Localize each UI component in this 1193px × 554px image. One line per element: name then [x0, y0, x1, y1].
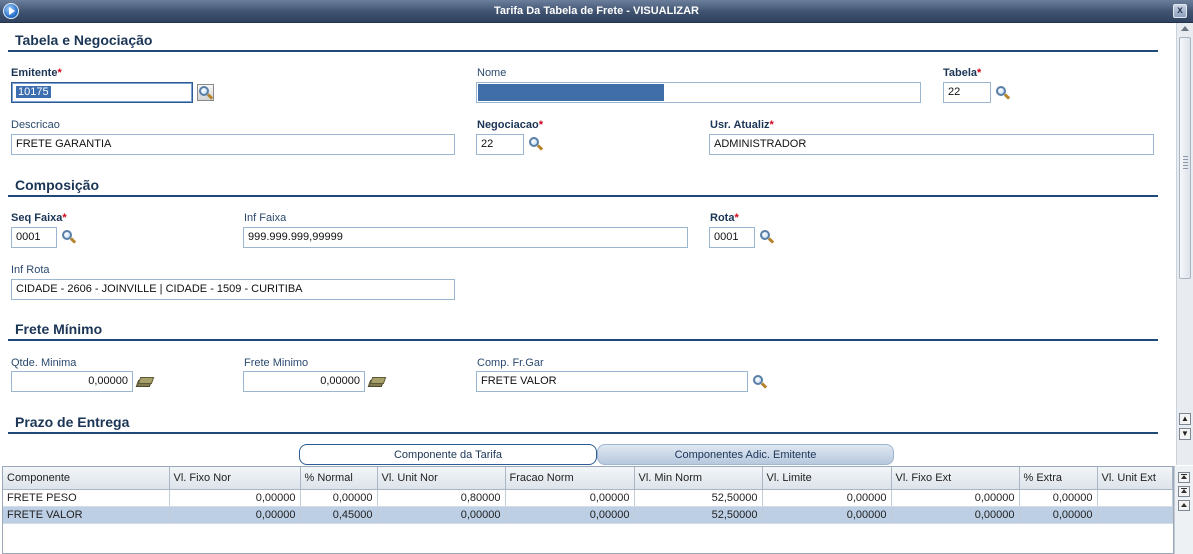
table-cell — [1097, 506, 1173, 524]
table-cell: 0,00000 — [505, 506, 635, 524]
scroll-up-icon[interactable] — [1181, 26, 1189, 31]
table-cell — [1097, 489, 1173, 507]
column-header[interactable]: Vl. Unit Ext — [1097, 467, 1173, 490]
seq-faixa-label: Seq Faixa* — [11, 212, 67, 224]
scroll-up-button[interactable]: ▲ — [1179, 413, 1191, 425]
qtde-minima-field[interactable]: 0,00000 — [11, 371, 133, 392]
table-cell: FRETE VALOR — [3, 506, 170, 524]
table-cell: 52,50000 — [634, 489, 763, 507]
table-cell: 0,00000 — [891, 506, 1020, 524]
money-icon[interactable] — [367, 377, 387, 387]
section-title-composicao: Composição — [15, 177, 100, 193]
seq-faixa-field[interactable]: 0001 — [11, 227, 57, 248]
table-cell: 0,00000 — [169, 506, 301, 524]
table-cell: FRETE PESO — [3, 489, 170, 507]
tabela-search-icon[interactable] — [996, 86, 1011, 100]
column-header[interactable]: Vl. Fixo Nor — [169, 467, 301, 490]
tab-componentes-adic-emitente[interactable]: Componentes Adic. Emitente — [597, 444, 894, 465]
table-cell: 0,00000 — [169, 489, 301, 507]
section-divider — [8, 432, 1158, 434]
table-cell: 0,00000 — [377, 506, 506, 524]
comp-fr-gar-field[interactable]: FRETE VALOR — [476, 371, 748, 392]
seq-faixa-search-icon[interactable] — [62, 230, 77, 244]
column-header[interactable]: % Normal — [300, 467, 378, 490]
section-title-tabela: Tabela e Negociação — [15, 32, 153, 48]
column-header[interactable]: Vl. Fixo Ext — [891, 467, 1020, 490]
table-cell: 0,00000 — [505, 489, 635, 507]
section-divider — [8, 195, 1158, 197]
grid-scroll-up-button[interactable] — [1178, 500, 1190, 511]
column-header[interactable]: Fracao Norm — [505, 467, 635, 490]
qtde-minima-label: Qtde. Minima — [11, 357, 77, 369]
inf-faixa-field[interactable]: 999.999.999,99999 — [243, 227, 688, 248]
usr-atualiz-label: Usr. Atualiz* — [710, 119, 774, 131]
frete-minimo-label: Frete Minimo — [244, 357, 309, 369]
section-divider — [8, 339, 1158, 341]
money-icon[interactable] — [135, 377, 155, 387]
negociacao-label: Negociacao* — [477, 119, 544, 131]
grid-scroll-pageup-button[interactable] — [1178, 486, 1190, 497]
table-cell: 0,00000 — [1019, 489, 1098, 507]
scrollbar-thumb[interactable] — [1179, 37, 1191, 279]
form-scrollbar[interactable]: ▲ ▼ — [1176, 23, 1193, 465]
components-grid: Componente Vl. Fixo Nor % Normal Vl. Uni… — [2, 466, 1174, 554]
column-header[interactable]: % Extra — [1019, 467, 1098, 490]
frete-minimo-field[interactable]: 0,00000 — [243, 371, 365, 392]
column-header[interactable]: Componente — [3, 467, 170, 490]
negociacao-field[interactable]: 22 — [476, 134, 524, 155]
tabela-field[interactable]: 22 — [943, 82, 991, 103]
grid-scrollbar[interactable] — [1174, 466, 1193, 554]
tabela-label: Tabela* — [943, 67, 982, 79]
column-header[interactable]: Vl. Unit Nor — [377, 467, 506, 490]
inf-rota-label: Inf Rota — [11, 264, 50, 276]
nome-field — [476, 82, 921, 103]
tab-componente-tarifa[interactable]: Componente da Tarifa — [299, 444, 597, 465]
section-title-frete-minimo: Frete Mínimo — [15, 321, 103, 337]
search-icon — [199, 86, 214, 100]
table-row[interactable]: FRETE PESO 0,00000 0,00000 0,80000 0,000… — [3, 489, 1173, 507]
table-cell: 0,00000 — [1019, 506, 1098, 524]
descricao-label: Descricao — [11, 119, 60, 131]
table-cell: 0,80000 — [377, 489, 506, 507]
table-cell: 52,50000 — [634, 506, 763, 524]
section-title-prazo: Prazo de Entrega — [15, 414, 130, 430]
usr-atualiz-field[interactable]: ADMINISTRADOR — [709, 134, 1154, 155]
column-header[interactable]: Vl. Limite — [762, 467, 892, 490]
window-title: Tarifa Da Tabela de Frete - VISUALIZAR — [494, 5, 699, 17]
table-cell: 0,00000 — [891, 489, 1020, 507]
title-bar: Tarifa Da Tabela de Frete - VISUALIZAR x — [0, 0, 1193, 23]
nome-label: Nome — [477, 67, 507, 79]
inf-faixa-label: Inf Faixa — [244, 212, 287, 224]
grid-scroll-top-button[interactable] — [1178, 472, 1190, 483]
rota-field[interactable]: 0001 — [709, 227, 755, 248]
table-row-selected[interactable]: FRETE VALOR 0,00000 0,45000 0,00000 0,00… — [3, 506, 1173, 524]
close-button[interactable]: x — [1173, 4, 1187, 18]
rota-label: Rota* — [710, 212, 739, 224]
emitente-label: Emitente* — [11, 67, 62, 79]
comp-fr-gar-label: Comp. Fr.Gar — [477, 357, 544, 369]
components-table: Componente Vl. Fixo Nor % Normal Vl. Uni… — [3, 467, 1173, 524]
table-cell: 0,00000 — [762, 489, 892, 507]
section-divider — [8, 50, 1158, 52]
emitente-lookup-button[interactable] — [197, 84, 214, 101]
table-cell: 0,00000 — [762, 506, 892, 524]
descricao-field[interactable]: FRETE GARANTIA — [11, 134, 455, 155]
scroll-down-button[interactable]: ▼ — [1179, 428, 1191, 440]
rota-search-icon[interactable] — [760, 230, 775, 244]
table-cell: 0,00000 — [300, 489, 378, 507]
negociacao-search-icon[interactable] — [529, 137, 544, 151]
inf-rota-field[interactable]: CIDADE - 2606 - JOINVILLE | CIDADE - 150… — [11, 279, 455, 300]
emitente-field[interactable]: 10175 — [11, 82, 193, 103]
comp-fr-gar-search-icon[interactable] — [753, 375, 768, 389]
column-header[interactable]: Vl. Min Norm — [634, 467, 763, 490]
table-cell: 0,45000 — [300, 506, 378, 524]
table-header-row: Componente Vl. Fixo Nor % Normal Vl. Uni… — [3, 467, 1173, 490]
